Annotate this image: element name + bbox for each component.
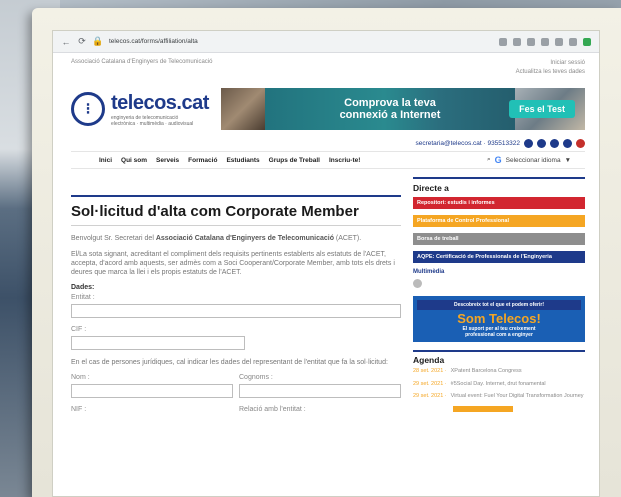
- contact-info[interactable]: secretaria@telecos.cat · 935513322: [415, 140, 520, 147]
- linkedin-icon[interactable]: [550, 138, 559, 148]
- lock-icon: 🔒: [92, 36, 104, 46]
- search-icon[interactable]: ⌕: [487, 156, 491, 164]
- extensions-icon[interactable]: [555, 37, 563, 46]
- sidebar-button-control-professional[interactable]: Plataforma de Control Professional: [413, 215, 585, 227]
- greeting-text: Benvolgut Sr. Secretari del Associació C…: [71, 235, 362, 242]
- puzzle-icon[interactable]: [569, 37, 577, 46]
- login-link[interactable]: Iniciar sessió: [516, 59, 585, 68]
- ad-test-button[interactable]: Fes el Test: [509, 100, 575, 118]
- agenda-title[interactable]: #5Social Day. Internet, drut fonamental: [451, 381, 546, 388]
- sidebar-heading: Directe a: [413, 177, 585, 193]
- key-icon[interactable]: [499, 37, 507, 46]
- update-data-link[interactable]: Actualitza les teves dades: [516, 68, 585, 77]
- ad-text-line1: Comprova la teva: [344, 97, 436, 109]
- gear-icon[interactable]: [413, 279, 422, 288]
- ad-banner[interactable]: Comprova la teva connexió a Internet Fes…: [221, 88, 585, 130]
- association-bold: Associació Catalana d'Enginyers de Telec…: [155, 235, 334, 242]
- nom-input[interactable]: [71, 384, 233, 398]
- flickr-icon[interactable]: [563, 138, 572, 148]
- contact-row: secretaria@telecos.cat · 935513322: [53, 137, 599, 149]
- browser-extension-icons: [499, 37, 591, 46]
- nav-item-serveis[interactable]: Serveis: [156, 157, 179, 164]
- browser-toolbar: ← ⟳ 🔒 telecos.cat/forms/affiliation/alta: [53, 31, 599, 53]
- logo-tagline-2: electrònica · multimèdia · audiovisual: [111, 120, 194, 127]
- search-icon[interactable]: [513, 37, 521, 46]
- logo-emblem-icon: ⁝: [71, 92, 105, 126]
- declaration-text: El/La sota signant, acreditant el compli…: [71, 251, 395, 276]
- language-select-label[interactable]: Seleccionar idioma: [506, 157, 561, 164]
- site-topline: Associació Catalana d'Enginyers de Telec…: [53, 53, 599, 77]
- cognoms-input[interactable]: [239, 384, 401, 398]
- promo-sub2: professional com a enginyer: [465, 332, 533, 338]
- representative-note: En el cas de persones jurídiques, cal in…: [71, 359, 388, 366]
- entitat-input[interactable]: [71, 304, 401, 318]
- logo-name: telecos.cat: [111, 91, 209, 114]
- profile-icon[interactable]: [583, 37, 591, 46]
- agenda-item[interactable]: 29 set. 2021 · Virtual event: Fuel Your …: [413, 393, 585, 400]
- facebook-icon[interactable]: [537, 138, 546, 148]
- promo-banner[interactable]: Descobreix tot el que et podem oferir! S…: [413, 296, 585, 342]
- nav-item-inici[interactable]: Inici: [99, 157, 112, 164]
- entitat-label: Entitat :: [71, 294, 95, 301]
- agenda-date: 29 set. 2021 ·: [413, 393, 447, 399]
- back-icon[interactable]: ←: [61, 37, 71, 47]
- agenda-title[interactable]: Virtual event: Fuel Your Digital Transfo…: [451, 393, 584, 400]
- cognoms-label: Cognoms :: [239, 374, 273, 381]
- agenda-heading: Agenda: [413, 350, 585, 365]
- sidebar: Directe a Repositori: estudis i informes…: [413, 175, 585, 416]
- twitter-icon[interactable]: [524, 138, 533, 148]
- sidebar-button-borsa-treball[interactable]: Borsa de treball: [413, 233, 585, 245]
- multimedia-link[interactable]: Multimèdia: [413, 269, 585, 275]
- youtube-icon[interactable]: [576, 138, 585, 148]
- nav-item-estudiants[interactable]: Estudiants: [226, 157, 259, 164]
- google-translate-icon: G: [494, 155, 502, 165]
- agenda-title[interactable]: XPatent Barcelona Congress: [451, 368, 522, 375]
- cif-input[interactable]: [71, 336, 245, 350]
- language-selector[interactable]: ⌕ G Seleccionar idioma ▼: [487, 155, 571, 165]
- nav-item-formacio[interactable]: Formació: [188, 157, 217, 164]
- agenda-date: 28 set. 2021 ·: [413, 368, 447, 374]
- agenda-more-strip[interactable]: [453, 405, 513, 412]
- nav-item-inscriu-te[interactable]: Inscriu-te!: [329, 157, 360, 164]
- section-label: Dades:: [71, 284, 95, 291]
- nav-item-qui-som[interactable]: Qui som: [121, 157, 147, 164]
- form-column: Sol·licitud d'alta com Corporate Member …: [71, 175, 413, 416]
- promo-top-text: Descobreix tot el que et podem oferir!: [417, 300, 581, 310]
- sidebar-button-repositori[interactable]: Repositori: estudis i informes: [413, 197, 585, 209]
- ad-text-line2: connexió a Internet: [339, 109, 441, 121]
- cif-label: CIF :: [71, 326, 87, 333]
- agenda-date: 29 set. 2021 ·: [413, 380, 447, 387]
- nif-label: NIF :: [71, 406, 87, 413]
- promo-title: Som Telecos!: [457, 311, 541, 326]
- nom-label: Nom :: [71, 374, 90, 381]
- page-content: Sol·licitud d'alta com Corporate Member …: [53, 169, 599, 416]
- address-bar[interactable]: telecos.cat/forms/affiliation/alta: [109, 38, 493, 45]
- relacio-label: Relació amb l'entitat :: [239, 406, 306, 413]
- chevron-down-icon[interactable]: ▼: [565, 157, 571, 164]
- main-navigation: Inici Qui som Serveis Formació Estudiant…: [71, 151, 585, 169]
- account-links: Iniciar sessió Actualitza les teves dade…: [516, 59, 585, 77]
- title-rule: [71, 225, 401, 226]
- reload-icon[interactable]: ⟳: [77, 36, 87, 47]
- agenda-item[interactable]: 29 set. 2021 · #5Social Day. Internet, d…: [413, 381, 585, 388]
- sidebar-button-aqpe[interactable]: AQPE: Certificació de Professionals de l…: [413, 251, 585, 263]
- site-logo[interactable]: ⁝ telecos.cat enginyeria de telecomunica…: [71, 92, 221, 127]
- monitor-screen: ← ⟳ 🔒 telecos.cat/forms/affiliation/alta…: [52, 30, 600, 497]
- association-name: Associació Catalana d'Enginyers de Telec…: [71, 59, 213, 65]
- site-header: ⁝ telecos.cat enginyeria de telecomunica…: [53, 77, 599, 137]
- title-divider: [71, 195, 401, 203]
- star-icon[interactable]: [541, 37, 549, 46]
- share-icon[interactable]: [527, 37, 535, 46]
- nav-item-grups-de-treball[interactable]: Grups de Treball: [269, 157, 320, 164]
- page-title: Sol·licitud d'alta com Corporate Member: [71, 203, 359, 220]
- agenda-item[interactable]: 28 set. 2021 · XPatent Barcelona Congres…: [413, 368, 585, 375]
- ad-photo-left: [221, 88, 265, 130]
